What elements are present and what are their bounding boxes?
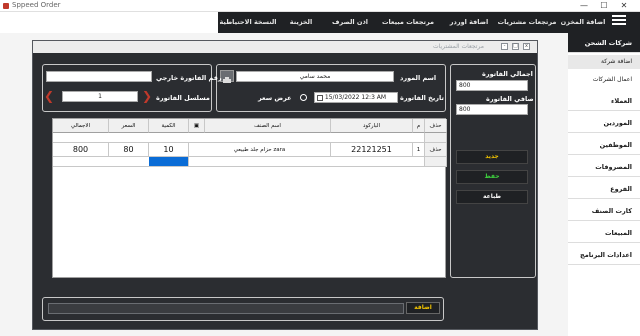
add-input[interactable] — [48, 303, 404, 314]
items-grid: حذف م الباركود اسم الصنف ▣ الكمية السعر … — [52, 118, 447, 278]
grid-header-qty: الكمية — [149, 119, 189, 133]
grid-header-barcode: الباركود — [331, 119, 413, 133]
add-button[interactable]: اضافة — [406, 302, 440, 314]
grid-row-delete[interactable]: حذف — [425, 143, 447, 157]
dialog-maximize-icon[interactable]: □ — [512, 43, 519, 50]
grid-cell-barcode[interactable]: 22121251 — [331, 143, 413, 157]
sidebar-item-branches[interactable]: الفروع — [568, 179, 640, 199]
dialog-minimize-icon[interactable]: - — [501, 43, 508, 50]
grid-cell-total[interactable]: 800 — [53, 143, 109, 157]
grid-header-delete: حذف — [425, 119, 447, 133]
sidebar-sub-company-work[interactable]: اعمال الشركات — [568, 73, 640, 87]
show-price-label: عرض سعر — [258, 94, 292, 102]
grid-header-index: م — [413, 119, 425, 133]
invoice-serial-input[interactable]: 1 — [62, 91, 138, 102]
grid-header-total: الاجمالي — [53, 119, 109, 133]
sidebar-item-shipping-companies[interactable]: شركات الشحن — [568, 33, 640, 53]
menu-treasury[interactable]: الخزينة — [280, 12, 322, 33]
new-button[interactable]: جديد — [456, 150, 528, 164]
app-icon — [3, 3, 9, 9]
grid-cell-qty[interactable]: 10 — [149, 143, 189, 157]
print-button[interactable]: طباعة — [456, 190, 528, 204]
external-invoice-input[interactable] — [46, 71, 152, 82]
sidebar-item-customers[interactable]: العملاء — [568, 91, 640, 111]
menu-sales-returns[interactable]: مرتجعات مبيعات — [376, 12, 440, 33]
sidebar-item-sales[interactable]: المبيعات — [568, 223, 640, 243]
show-price-radio[interactable] — [300, 94, 307, 101]
supplier-input[interactable]: محمد سامي — [236, 71, 394, 82]
save-button[interactable]: حفظ — [456, 170, 528, 184]
next-invoice-arrow-icon[interactable]: ❯ — [142, 90, 152, 102]
external-invoice-label: رقم الفاتورة خارجي — [156, 74, 222, 82]
invoice-date-value: 15/03/2022 12:3 AM — [324, 94, 387, 101]
menu-backup[interactable]: النسخة الاحتياطية — [218, 12, 278, 33]
grid-entry-cells[interactable] — [53, 133, 425, 143]
supplier-lookup-icon[interactable] — [220, 70, 234, 83]
grid-header-item-name: اسم الصنف — [205, 119, 331, 133]
grid-new-row-header — [425, 157, 447, 167]
close-button[interactable]: ✕ — [616, 0, 632, 12]
grid-cell-item-name[interactable]: حزام جلد طبيعي zara — [189, 143, 331, 157]
menu-add-order[interactable]: اضافة اوردر — [444, 12, 494, 33]
total-invoice-input[interactable]: 800 — [456, 80, 528, 91]
grid-new-row[interactable] — [53, 157, 425, 167]
sidebar-item-employees[interactable]: الموظفين — [568, 135, 640, 155]
sidebar-item-expenses[interactable]: المصروفات — [568, 157, 640, 177]
grid-cell-price[interactable]: 80 — [109, 143, 149, 157]
grid-header-camera-icon[interactable]: ▣ — [189, 119, 205, 133]
previous-invoice-arrow-icon[interactable]: ❮ — [44, 90, 54, 102]
top-menu-bar: اضافة المخزن مرتجعات مشتريات اضافة اوردر… — [0, 12, 640, 33]
total-invoice-label: اجمالي الفاتورة — [482, 70, 533, 78]
maximize-button[interactable]: ☐ — [596, 0, 612, 12]
title-bar: Sppeed Order — ☐ ✕ — [0, 0, 640, 12]
grid-selected-cell[interactable] — [149, 157, 189, 167]
net-invoice-label: صافي الفاتورة — [486, 95, 534, 103]
grid-cell-index[interactable]: 1 — [413, 143, 425, 157]
hamburger-menu-icon[interactable] — [612, 15, 626, 27]
dialog-title-bar: مرتجعات المشتريات - □ x — [33, 41, 537, 53]
invoice-date-input[interactable]: 15/03/2022 12:3 AM — [314, 92, 398, 103]
sidebar-item-settings[interactable]: اعدادات البرنامج — [568, 245, 640, 265]
menu-purchase-returns[interactable]: مرتجعات مشتريات — [496, 12, 558, 33]
dialog-caption: مرتجعات المشتريات — [433, 43, 484, 50]
grid-header-price: السعر — [109, 119, 149, 133]
app-window: Sppeed Order — ☐ ✕ اضافة المخزن مرتجعات … — [0, 0, 640, 336]
invoice-serial-label: مسلسل الفاتورة — [156, 94, 210, 102]
supplier-label: اسم المورد — [400, 74, 437, 82]
menu-add-store[interactable]: اضافة المخزن — [560, 12, 606, 33]
minimize-button[interactable]: — — [576, 0, 592, 12]
invoice-date-label: تاريخ الفاتورة — [400, 94, 444, 102]
net-invoice-input[interactable]: 800 — [456, 104, 528, 115]
grid-entry-row — [425, 133, 447, 143]
sidebar-item-suppliers[interactable]: الموردين — [568, 113, 640, 133]
date-checkbox[interactable] — [317, 94, 323, 101]
sidebar-sub-add-company[interactable]: اضافة شركة — [568, 55, 640, 69]
dialog-close-icon[interactable]: x — [523, 43, 530, 50]
sidebar: شركات الشحن اضافة شركة اعمال الشركات الع… — [568, 33, 640, 336]
menu-disbursement[interactable]: اذن الصرف — [328, 12, 372, 33]
window-title: Sppeed Order — [12, 1, 61, 9]
sidebar-item-item-card[interactable]: كارت الصنف — [568, 201, 640, 221]
